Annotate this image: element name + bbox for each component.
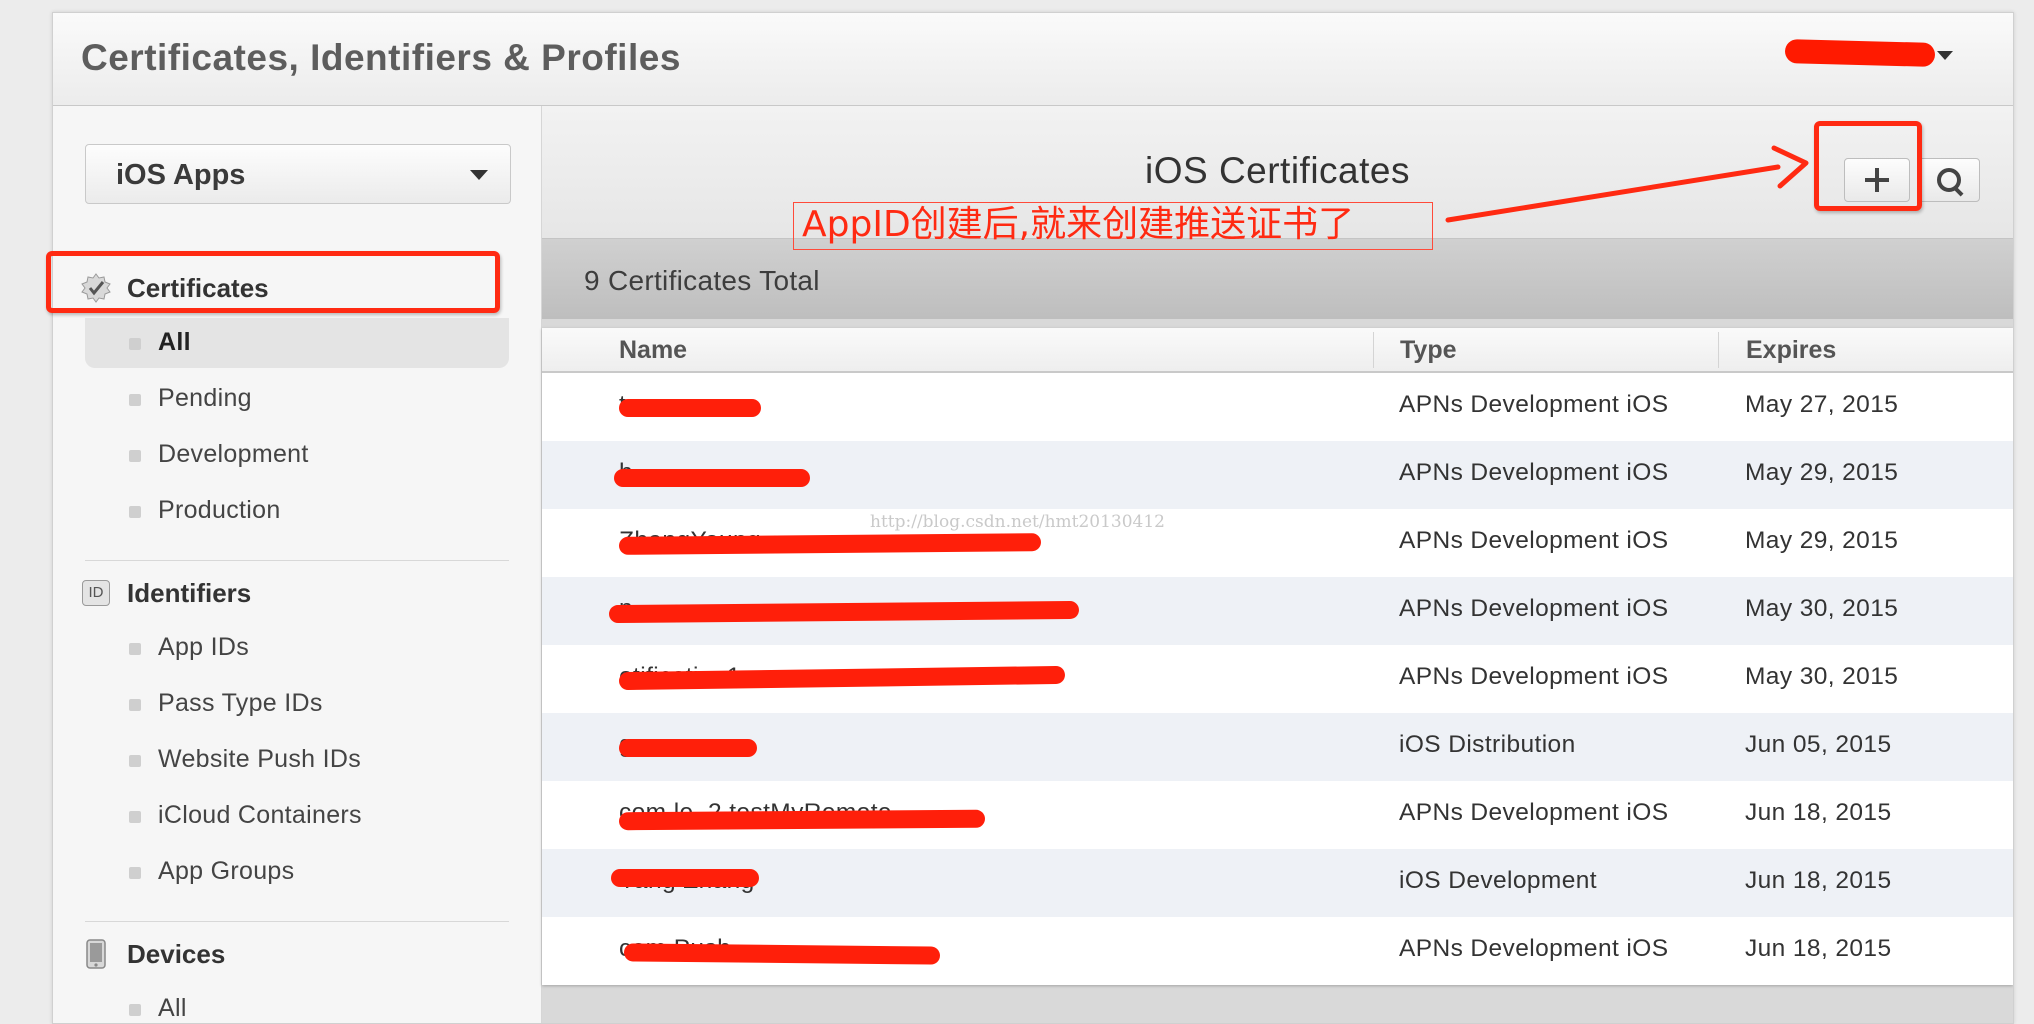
- name-redaction: [623, 943, 941, 965]
- sidebar-item-label: All: [158, 328, 191, 356]
- section-identifiers-title: Identifiers: [127, 578, 252, 608]
- platform-select-value: iOS Apps: [116, 159, 246, 191]
- sidebar-item-pass-type-ids[interactable]: Pass Type IDs: [85, 679, 509, 729]
- table-header: Name Type Expires: [542, 328, 2013, 373]
- cell-expires: May 27, 2015: [1745, 391, 1899, 418]
- table-row[interactable]: otification1 APNs Development iOS May 30…: [542, 645, 2013, 713]
- bullet: [129, 699, 141, 711]
- table-row[interactable]: com.le .2.testMyRemote APNs Development …: [542, 781, 2013, 849]
- sidebar-item-production[interactable]: Production: [85, 486, 509, 536]
- highlight-certificates: [46, 251, 500, 313]
- sidebar-item-app-groups[interactable]: App Groups: [85, 847, 509, 897]
- table-row[interactable]: g iOS Distribution Jun 05, 2015: [542, 713, 2013, 781]
- column-header-expires[interactable]: Expires: [1746, 336, 1836, 365]
- section-identifiers[interactable]: ID Identifiers: [81, 574, 521, 614]
- name-redaction: [618, 809, 986, 831]
- bullet: [129, 755, 141, 767]
- sidebar-item-label: App IDs: [158, 633, 250, 661]
- sidebar-item-certificates-all[interactable]: All: [85, 318, 509, 368]
- sidebar-item-label: Website Push IDs: [158, 745, 362, 773]
- name-redaction: [619, 399, 761, 417]
- cell-type: APNs Development iOS: [1399, 935, 1669, 962]
- cell-type: APNs Development iOS: [1399, 459, 1669, 486]
- certificates-table: Name Type Expires t APNs Development iOS…: [542, 328, 2013, 985]
- caret-down-icon: [1937, 51, 1953, 60]
- bullet: [129, 867, 141, 879]
- name-redaction: [614, 469, 810, 487]
- count-bar: 9 Certificates Total: [542, 238, 2013, 319]
- highlight-add-button: [1814, 121, 1922, 211]
- bullet: [129, 811, 141, 823]
- column-separator: [1718, 332, 1719, 368]
- bullet: [129, 643, 141, 655]
- cell-type: iOS Distribution: [1399, 731, 1576, 758]
- account-menu[interactable]: [1784, 35, 1953, 75]
- sidebar-item-label: iCloud Containers: [158, 801, 362, 829]
- cell-type: APNs Development iOS: [1399, 799, 1669, 826]
- cell-type: APNs Development iOS: [1399, 527, 1669, 554]
- bullet: [129, 1004, 141, 1016]
- sidebar-divider: [85, 921, 509, 922]
- sidebar-divider: [85, 560, 509, 561]
- cell-type: APNs Development iOS: [1399, 391, 1669, 418]
- bullet: [129, 506, 141, 518]
- chevron-down-icon: [470, 170, 488, 180]
- top-bar: Certificates, Identifiers & Profiles: [53, 13, 2013, 106]
- column-header-type[interactable]: Type: [1400, 336, 1457, 365]
- bullet: [129, 450, 141, 462]
- name-redaction: [608, 600, 1080, 624]
- cell-expires: Jun 05, 2015: [1745, 731, 1892, 758]
- id-badge-icon: ID: [81, 578, 111, 608]
- section-devices-title: Devices: [127, 939, 226, 969]
- watermark: http://blog.csdn.net/hmt20130412: [870, 512, 1165, 532]
- platform-select[interactable]: iOS Apps: [85, 144, 511, 204]
- name-redaction: [618, 533, 1042, 555]
- sidebar-item-label: Production: [158, 496, 281, 524]
- id-badge-text: ID: [82, 580, 110, 606]
- app-title: Certificates, Identifiers & Profiles: [81, 37, 681, 78]
- sidebar-item-website-push-ids[interactable]: Website Push IDs: [85, 735, 509, 785]
- sidebar-item-label: Pass Type IDs: [158, 689, 323, 717]
- cell-expires: May 29, 2015: [1745, 459, 1899, 486]
- device-icon: [81, 939, 111, 969]
- certificates-count: 9 Certificates Total: [584, 265, 820, 296]
- bullet: [129, 338, 141, 350]
- magnifier-icon-handle: [1953, 186, 1964, 197]
- table-row[interactable]: t APNs Development iOS May 27, 2015: [542, 373, 2013, 441]
- cell-type: iOS Development: [1399, 867, 1598, 894]
- bullet: [129, 394, 141, 406]
- search-button[interactable]: [1918, 158, 1980, 202]
- page-title: iOS Certificates: [1144, 150, 1410, 191]
- table-row[interactable]: n APNs Development iOS May 30, 2015: [542, 577, 2013, 645]
- cell-type: APNs Development iOS: [1399, 595, 1669, 622]
- annotation-callout: AppID创建后,就来创建推送证书了: [793, 202, 1433, 250]
- column-header-name[interactable]: Name: [619, 336, 687, 365]
- sidebar-item-label: All: [158, 994, 187, 1022]
- name-redaction: [611, 869, 759, 887]
- cell-expires: May 30, 2015: [1745, 595, 1899, 622]
- sidebar-item-label: App Groups: [158, 857, 295, 885]
- table-row[interactable]: h APNs Development iOS May 29, 2015: [542, 441, 2013, 509]
- sidebar-item-label: Pending: [158, 384, 252, 412]
- column-separator: [1373, 332, 1374, 368]
- table-row[interactable]: Yang Zhang iOS Development Jun 18, 2015: [542, 849, 2013, 917]
- sidebar-item-devices-all[interactable]: All: [85, 984, 509, 1023]
- cell-expires: May 30, 2015: [1745, 663, 1899, 690]
- sidebar: iOS Apps Certificates All Pending Develo…: [53, 106, 542, 1023]
- cell-expires: Jun 18, 2015: [1745, 799, 1892, 826]
- name-redaction: [619, 739, 757, 757]
- cell-expires: Jun 18, 2015: [1745, 935, 1892, 962]
- account-name-redaction: [1784, 39, 1936, 67]
- cell-expires: May 29, 2015: [1745, 527, 1899, 554]
- table-row[interactable]: com Push APNs Development iOS Jun 18, 20…: [542, 917, 2013, 985]
- table-row[interactable]: ZhangYoung APNs Development iOS May 29, …: [542, 509, 2013, 577]
- cell-type: APNs Development iOS: [1399, 663, 1669, 690]
- sidebar-item-icloud-containers[interactable]: iCloud Containers: [85, 791, 509, 841]
- cell-expires: Jun 18, 2015: [1745, 867, 1892, 894]
- sidebar-item-development[interactable]: Development: [85, 430, 509, 480]
- section-devices[interactable]: Devices: [81, 935, 521, 975]
- sidebar-item-label: Development: [158, 440, 309, 468]
- sidebar-item-pending[interactable]: Pending: [85, 374, 509, 424]
- sidebar-item-app-ids[interactable]: App IDs: [85, 623, 509, 673]
